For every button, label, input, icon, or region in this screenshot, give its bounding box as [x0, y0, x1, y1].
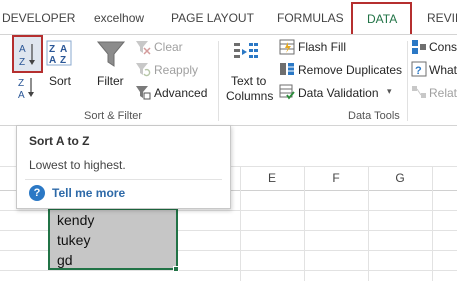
cell-value[interactable]: gd — [57, 252, 73, 268]
filter-button-label[interactable]: Filter — [97, 74, 124, 88]
sort-z-to-a-icon[interactable]: Z A — [17, 76, 37, 100]
column-header-g[interactable]: G — [368, 166, 432, 190]
consolidate-button[interactable]: Conso — [429, 40, 457, 54]
sort-icon[interactable]: Z A A Z — [46, 40, 72, 66]
tab-developer[interactable]: DEVELOPER — [2, 11, 75, 25]
tab-data-label: DATA — [367, 12, 398, 26]
data-tools-group-label: Data Tools — [348, 110, 400, 122]
group-divider — [218, 41, 219, 121]
consolidate-icon — [412, 40, 426, 54]
sort-a-to-z-icon: A Z — [19, 44, 35, 68]
tell-me-more-link[interactable]: Tell me more — [52, 186, 125, 200]
svg-text:A: A — [18, 90, 25, 100]
tab-page-layout[interactable]: PAGE LAYOUT — [171, 11, 254, 25]
remove-duplicates-icon — [280, 63, 294, 75]
tab-excelhow[interactable]: excelhow — [94, 11, 144, 25]
cell-value[interactable]: tukey — [57, 232, 90, 248]
svg-text:Z: Z — [18, 78, 24, 89]
what-if-analysis-icon: ? — [411, 61, 427, 77]
advanced-button[interactable]: Advanced — [154, 86, 207, 100]
data-validation-dropdown-icon[interactable]: ▾ — [387, 86, 392, 97]
column-header-e[interactable]: E — [240, 166, 304, 190]
data-validation-icon — [279, 84, 295, 100]
cell-value[interactable]: kendy — [57, 212, 94, 228]
filter-icon[interactable] — [96, 39, 126, 69]
text-to-columns-label-2[interactable]: Columns — [226, 89, 273, 103]
svg-text:Z: Z — [49, 44, 55, 55]
text-to-columns-icon[interactable] — [233, 41, 259, 69]
svg-text:A: A — [49, 55, 56, 66]
fill-handle[interactable] — [173, 266, 179, 272]
data-validation-button[interactable]: Data Validation — [298, 86, 379, 100]
clear-button[interactable]: Clear — [154, 40, 183, 54]
grid-line — [0, 270, 457, 271]
column-header-f[interactable]: F — [304, 166, 368, 190]
flash-fill-button[interactable]: Flash Fill — [298, 40, 346, 54]
svg-text:Z: Z — [19, 57, 25, 68]
advanced-filter-icon — [136, 86, 151, 100]
text-to-columns-label-1[interactable]: Text to — [231, 74, 266, 88]
svg-text:A: A — [60, 44, 67, 55]
ribbon: A Z Z A Z A A Z Sort Filter Clear Reappl… — [0, 34, 457, 126]
reapply-icon — [136, 63, 151, 77]
grid-line — [432, 166, 433, 281]
ribbon-tab-bar: DEVELOPER excelhow PAGE LAYOUT FORMULAS … — [0, 0, 457, 36]
tooltip-divider — [25, 179, 222, 180]
tab-data[interactable]: DATA — [351, 2, 412, 34]
tab-formulas[interactable]: FORMULAS — [277, 11, 344, 25]
sort-a-to-z-tooltip: Sort A to Z Lowest to highest. ? Tell me… — [16, 125, 231, 209]
what-if-analysis-button[interactable]: What — [429, 63, 457, 77]
svg-text:A: A — [19, 44, 26, 55]
flash-fill-icon — [279, 39, 295, 55]
remove-duplicates-button[interactable]: Remove Duplicates — [298, 63, 402, 77]
help-icon[interactable]: ? — [29, 185, 45, 201]
tab-review[interactable]: REVIEW — [427, 11, 457, 25]
svg-text:Z: Z — [60, 55, 66, 66]
relationships-icon — [412, 86, 426, 98]
reapply-button[interactable]: Reapply — [154, 63, 198, 77]
sort-a-to-z-button[interactable]: A Z — [12, 35, 43, 73]
clear-filter-icon — [136, 41, 151, 55]
tooltip-description: Lowest to highest. — [29, 158, 126, 172]
relationships-button[interactable]: Relati — [429, 86, 457, 100]
sort-button-label[interactable]: Sort — [49, 74, 71, 88]
tooltip-title: Sort A to Z — [29, 134, 90, 148]
sort-filter-group-label: Sort & Filter — [84, 110, 143, 122]
group-divider — [407, 41, 408, 121]
svg-text:?: ? — [415, 65, 422, 77]
